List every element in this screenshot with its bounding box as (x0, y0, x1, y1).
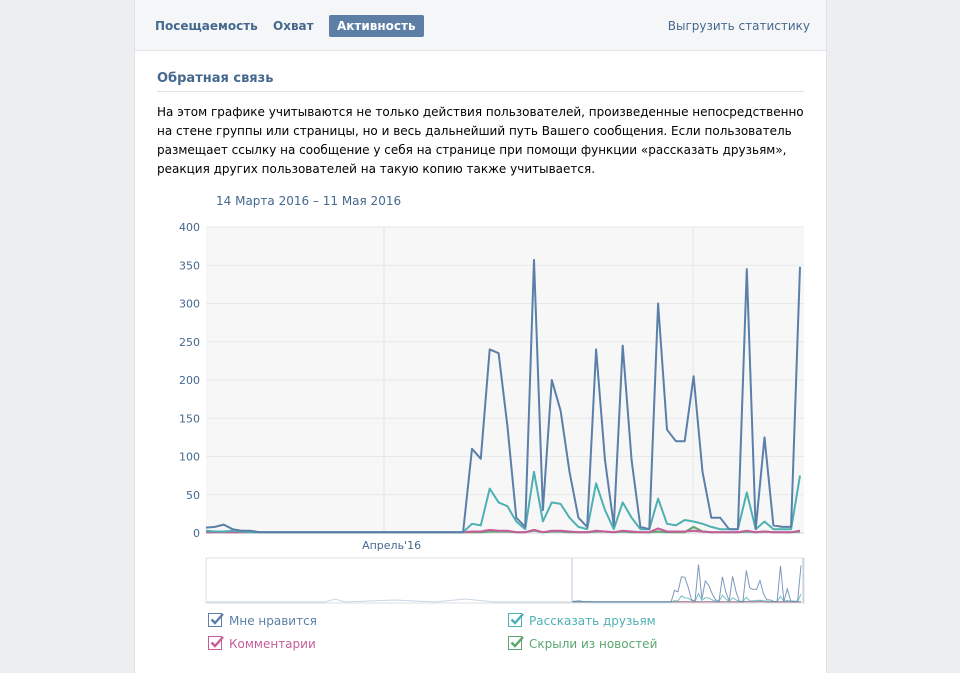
checkmark-icon (510, 636, 524, 648)
legend-label: Комментарии (229, 637, 316, 651)
y-tick-label: 150 (179, 412, 200, 425)
y-tick-label: 300 (179, 298, 200, 311)
y-tick-label: 50 (186, 489, 200, 502)
section-title: Обратная связь (157, 71, 274, 86)
checkmark-icon (210, 613, 224, 625)
y-tick-label: 200 (179, 374, 200, 387)
y-axis: 0 50 100 150 200 250 300 350 400 (179, 221, 200, 540)
y-tick-label: 400 (179, 221, 200, 234)
legend-label: Скрыли из новостей (529, 637, 658, 651)
section-description: На этом графике учитываются не только де… (157, 105, 804, 176)
export-stats-link[interactable]: Выгрузить статистику (668, 15, 810, 37)
comments-checkbox[interactable] (208, 636, 224, 650)
tab-activity[interactable]: Активность (329, 15, 424, 37)
activity-line-chart[interactable]: 0 50 100 150 200 250 300 350 400 Апрель'16 (135, 215, 826, 610)
stats-panel: Посещаемость Охват Активность Выгрузить … (134, 0, 827, 673)
y-tick-label: 100 (179, 451, 200, 464)
tab-visits[interactable]: Посещаемость (155, 15, 258, 37)
y-tick-label: 0 (193, 527, 200, 540)
tab-reach[interactable]: Охват (273, 15, 314, 37)
y-tick-label: 350 (179, 259, 200, 272)
section-divider (157, 91, 804, 92)
likes-checkbox[interactable] (208, 613, 224, 627)
checkmark-icon (210, 636, 224, 648)
stats-tabs: Посещаемость Охват Активность Выгрузить … (135, 0, 826, 51)
share-checkbox[interactable] (508, 613, 524, 627)
x-axis: Апрель'16 (362, 539, 421, 552)
legend-label: Рассказать друзьям (529, 614, 656, 628)
legend-label: Мне нравится (229, 614, 317, 628)
y-tick-label: 250 (179, 336, 200, 349)
navigator-panel[interactable] (205, 557, 805, 604)
date-range-label[interactable]: 14 Марта 2016 – 11 Мая 2016 (216, 194, 401, 208)
checkmark-icon (510, 613, 524, 625)
x-tick-label: Апрель'16 (362, 539, 421, 552)
hidden-checkbox[interactable] (508, 636, 524, 650)
